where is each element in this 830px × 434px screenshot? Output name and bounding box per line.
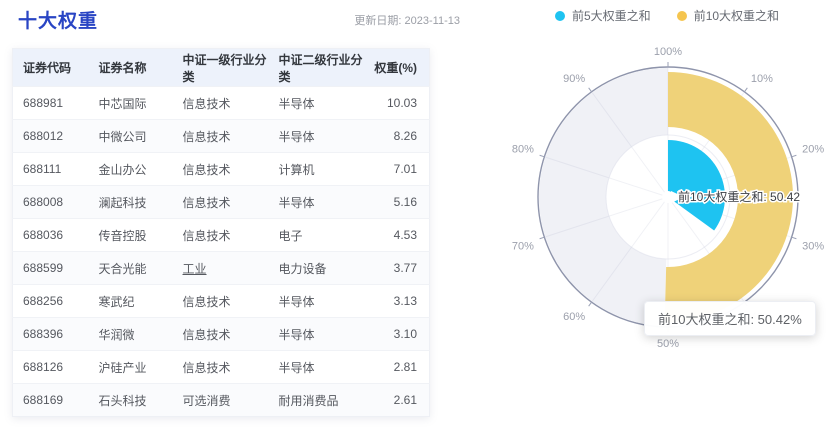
cell-weight: 4.53 bbox=[372, 218, 430, 252]
center-value-label: 前10大权重之和: 50.42 bbox=[678, 189, 800, 204]
table-row[interactable]: 688981 中芯国际 信息技术 半导体 10.03 bbox=[12, 86, 430, 120]
column-header-industry1: 中证一级行业分类 bbox=[172, 48, 269, 87]
weights-table: 证券代码 证券名称 中证一级行业分类 中证二级行业分类 权重(%) 688981… bbox=[12, 48, 430, 417]
cell-name: 中微公司 bbox=[88, 119, 173, 153]
cell-industry2: 半导体 bbox=[268, 86, 373, 120]
cell-industry2: 耐用消费品 bbox=[268, 383, 373, 417]
cell-name: 澜起科技 bbox=[88, 185, 173, 219]
cell-code: 688981 bbox=[12, 86, 89, 120]
cell-name: 石头科技 bbox=[88, 383, 173, 417]
axis-tick bbox=[791, 154, 797, 158]
cell-weight: 3.13 bbox=[372, 284, 430, 318]
cell-name: 华润微 bbox=[88, 317, 173, 351]
axis-label: 70% bbox=[512, 241, 534, 253]
cell-weight: 8.26 bbox=[372, 119, 430, 153]
cell-industry2: 电子 bbox=[268, 218, 373, 252]
cell-industry2: 半导体 bbox=[268, 119, 373, 153]
table-row[interactable]: 688169 石头科技 可选消费 耐用消费品 2.61 bbox=[12, 383, 430, 417]
axis-label: 50% bbox=[657, 338, 679, 350]
axis-tick bbox=[791, 236, 797, 240]
table-row[interactable]: 688012 中微公司 信息技术 半导体 8.26 bbox=[12, 119, 430, 153]
cell-industry1: 信息技术 bbox=[172, 119, 269, 153]
axis-label: 90% bbox=[563, 73, 585, 85]
polar-weight-chart[interactable]: 10%20%30%40%50%60%70%80%90%100%前10大权重之和:… bbox=[460, 0, 830, 434]
column-header-code: 证券代码 bbox=[12, 48, 89, 87]
center-dot bbox=[662, 191, 674, 203]
axis-label: 100% bbox=[654, 46, 682, 58]
cell-industry1: 工业 bbox=[172, 251, 269, 285]
cell-code: 688111 bbox=[12, 152, 89, 186]
panel-header: 十大权重 更新日期: 2023-11-13 bbox=[12, 0, 460, 40]
cell-name: 中芯国际 bbox=[88, 86, 173, 120]
axis-label: 30% bbox=[802, 241, 824, 253]
cell-code: 688396 bbox=[12, 317, 89, 351]
cell-industry1: 信息技术 bbox=[172, 218, 269, 252]
cell-weight: 10.03 bbox=[372, 86, 430, 120]
axis-tick bbox=[539, 236, 545, 240]
table-row[interactable]: 688036 传音控股 信息技术 电子 4.53 bbox=[12, 218, 430, 252]
cell-code: 688036 bbox=[12, 218, 89, 252]
axis-tick bbox=[588, 87, 592, 93]
axis-label: 20% bbox=[802, 143, 824, 155]
cell-industry1: 信息技术 bbox=[172, 86, 269, 120]
cell-code: 688008 bbox=[12, 185, 89, 219]
cell-weight: 3.77 bbox=[372, 251, 430, 285]
cell-name: 沪硅产业 bbox=[88, 350, 173, 384]
cell-code: 688169 bbox=[12, 383, 89, 417]
table-row[interactable]: 688008 澜起科技 信息技术 半导体 5.16 bbox=[12, 185, 430, 219]
cell-code: 688126 bbox=[12, 350, 89, 384]
table-row[interactable]: 688396 华润微 信息技术 半导体 3.10 bbox=[12, 317, 430, 351]
weights-panel: 十大权重 更新日期: 2023-11-13 证券代码 证券名称 中证一级行业分类… bbox=[12, 0, 460, 417]
cell-industry1: 可选消费 bbox=[172, 383, 269, 417]
cell-industry2: 电力设备 bbox=[268, 251, 373, 285]
cell-weight: 7.01 bbox=[372, 152, 430, 186]
axis-label: 80% bbox=[512, 143, 534, 155]
cell-industry2: 半导体 bbox=[268, 185, 373, 219]
page-title: 十大权重 bbox=[18, 11, 99, 32]
cell-code: 688256 bbox=[12, 284, 89, 318]
axis-tick bbox=[588, 301, 592, 307]
cell-industry2: 计算机 bbox=[268, 152, 373, 186]
axis-tick bbox=[744, 87, 748, 93]
cell-weight: 5.16 bbox=[372, 185, 430, 219]
cell-weight: 2.81 bbox=[372, 350, 430, 384]
cell-industry1: 信息技术 bbox=[172, 350, 269, 384]
cell-industry2: 半导体 bbox=[268, 284, 373, 318]
update-date: 更新日期: 2023-11-13 bbox=[354, 15, 460, 27]
cell-weight: 3.10 bbox=[372, 317, 430, 351]
column-header-name: 证券名称 bbox=[88, 48, 173, 87]
axis-tick bbox=[539, 154, 545, 158]
cell-code: 688012 bbox=[12, 119, 89, 153]
cell-code: 688599 bbox=[12, 251, 89, 285]
table-row[interactable]: 688111 金山办公 信息技术 计算机 7.01 bbox=[12, 152, 430, 186]
weights-chart-section: 前5大权重之和 前10大权重之和 10%20%30%40%50%60%70%80… bbox=[460, 0, 830, 434]
cell-industry1: 信息技术 bbox=[172, 284, 269, 318]
table-row[interactable]: 688256 寒武纪 信息技术 半导体 3.13 bbox=[12, 284, 430, 318]
column-header-industry2: 中证二级行业分类 bbox=[268, 48, 373, 87]
cell-industry2: 半导体 bbox=[268, 350, 373, 384]
cell-industry1: 信息技术 bbox=[172, 317, 269, 351]
table-row[interactable]: 688599 天合光能 工业 电力设备 3.77 bbox=[12, 251, 430, 285]
cell-name: 天合光能 bbox=[88, 251, 173, 285]
table-header-row: 证券代码 证券名称 中证一级行业分类 中证二级行业分类 权重(%) bbox=[12, 48, 430, 87]
column-header-weight: 权重(%) bbox=[372, 48, 430, 87]
table-row[interactable]: 688126 沪硅产业 信息技术 半导体 2.81 bbox=[12, 350, 430, 384]
cell-name: 传音控股 bbox=[88, 218, 173, 252]
cell-weight: 2.61 bbox=[372, 383, 430, 417]
cell-industry1: 信息技术 bbox=[172, 152, 269, 186]
cell-industry1: 信息技术 bbox=[172, 185, 269, 219]
chart-tooltip: 前10大权重之和: 50.42% bbox=[644, 301, 816, 336]
cell-name: 寒武纪 bbox=[88, 284, 173, 318]
axis-label: 10% bbox=[751, 73, 773, 85]
cell-name: 金山办公 bbox=[88, 152, 173, 186]
cell-industry2: 半导体 bbox=[268, 317, 373, 351]
axis-label: 60% bbox=[563, 311, 585, 323]
